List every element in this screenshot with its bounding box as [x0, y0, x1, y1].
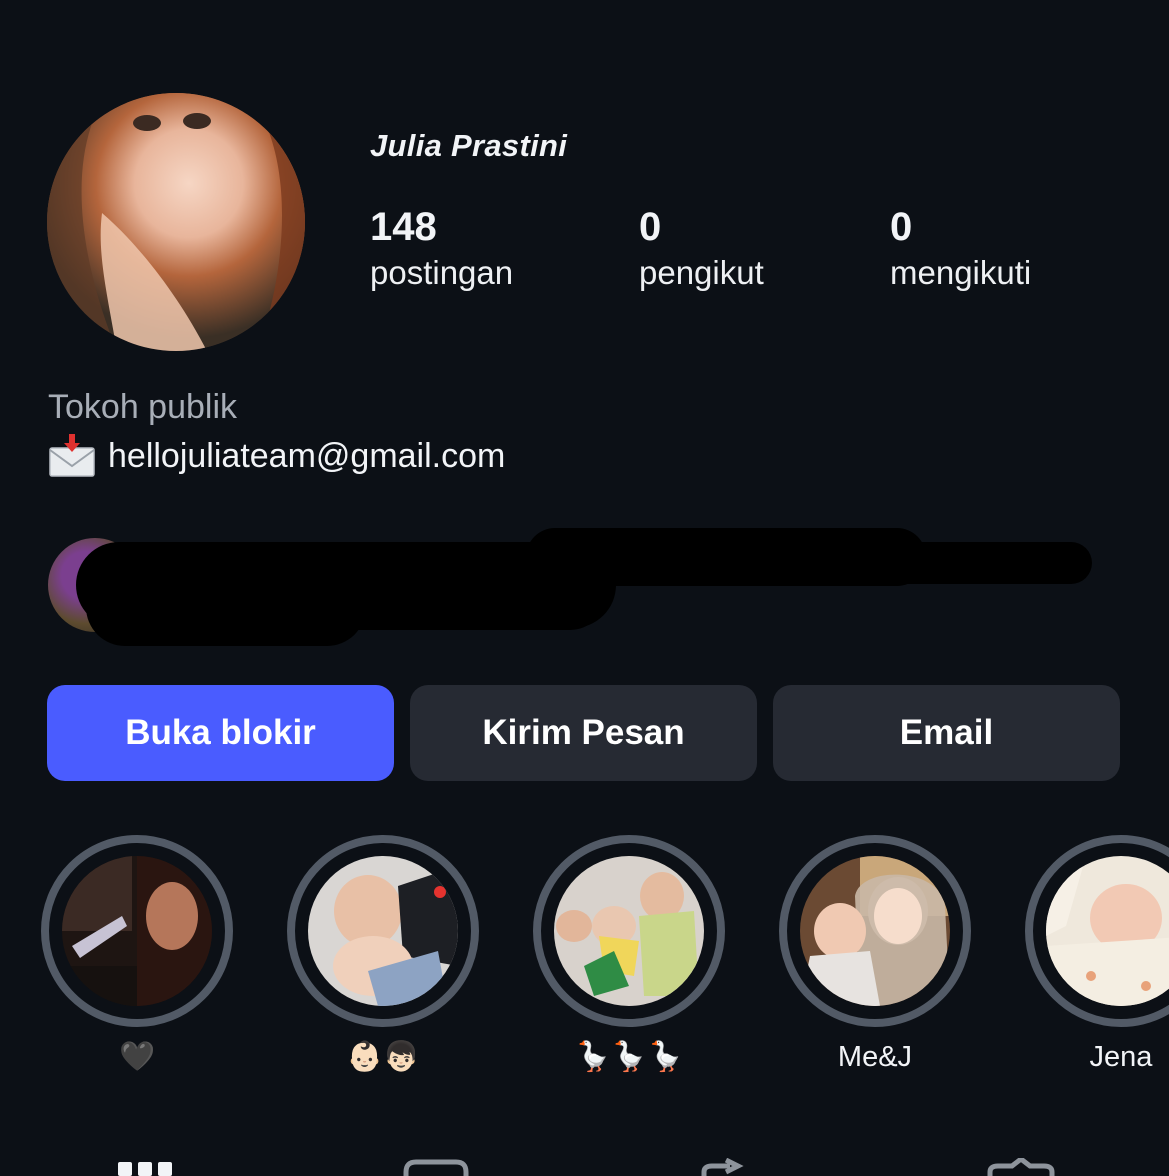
- highlight-cover: [1046, 856, 1169, 1006]
- story-highlight[interactable]: Jena: [1025, 835, 1169, 1077]
- bio-email-text[interactable]: hellojuliateam@gmail.com: [108, 437, 505, 476]
- profile-category: Tokoh publik: [48, 388, 238, 426]
- highlight-cover: [800, 856, 950, 1006]
- bio-email-line: hellojuliateam@gmail.com: [48, 434, 505, 478]
- share-icon[interactable]: [700, 1158, 748, 1176]
- stat-posts[interactable]: 148 postingan: [370, 203, 513, 295]
- tagged-icon[interactable]: [986, 1158, 1056, 1176]
- stat-followers[interactable]: 0 pengikut: [639, 203, 764, 295]
- redaction-mark: [606, 542, 1092, 584]
- highlight-ring: [287, 835, 479, 1027]
- highlight-label: 🖤: [118, 1041, 156, 1073]
- unblock-button[interactable]: Buka blokir: [47, 685, 394, 781]
- send-message-button[interactable]: Kirim Pesan: [410, 685, 757, 781]
- stat-followers-label: pengikut: [639, 254, 764, 291]
- stat-following-count: 0: [890, 205, 913, 249]
- story-highlight[interactable]: 🖤: [41, 835, 235, 1077]
- profile-avatar[interactable]: [47, 93, 305, 351]
- stat-posts-count: 148: [370, 205, 437, 249]
- highlight-ring: [533, 835, 725, 1027]
- envelope-with-arrow-icon: [49, 434, 95, 477]
- highlight-ring: [779, 835, 971, 1027]
- stat-following[interactable]: 0 mengikuti: [890, 203, 1031, 295]
- email-button[interactable]: Email: [773, 685, 1120, 781]
- story-highlight[interactable]: Me&J: [779, 835, 973, 1077]
- grid-icon[interactable]: [118, 1158, 174, 1176]
- highlight-label: 👶🏻👦🏻: [346, 1041, 420, 1073]
- profile-display-name: Julia Prastini: [370, 128, 568, 163]
- mutual-followers[interactable]: [46, 528, 1106, 648]
- story-highlight[interactable]: 🪿🪿🪿: [533, 835, 727, 1077]
- reels-icon[interactable]: [402, 1158, 470, 1176]
- stat-following-label: mengikuti: [890, 254, 1032, 291]
- highlight-ring: [41, 835, 233, 1027]
- highlight-cover: [62, 856, 212, 1006]
- story-highlight[interactable]: 👶🏻👦🏻: [287, 835, 481, 1077]
- highlight-cover: [554, 856, 704, 1006]
- highlight-label: 🪿🪿🪿: [574, 1041, 684, 1073]
- highlight-ring: [1025, 835, 1169, 1027]
- highlight-cover: [308, 856, 458, 1006]
- stat-followers-count: 0: [639, 205, 662, 249]
- highlight-label: Jena: [1089, 1041, 1153, 1073]
- stat-posts-label: postingan: [370, 254, 514, 291]
- highlight-label: Me&J: [837, 1041, 913, 1073]
